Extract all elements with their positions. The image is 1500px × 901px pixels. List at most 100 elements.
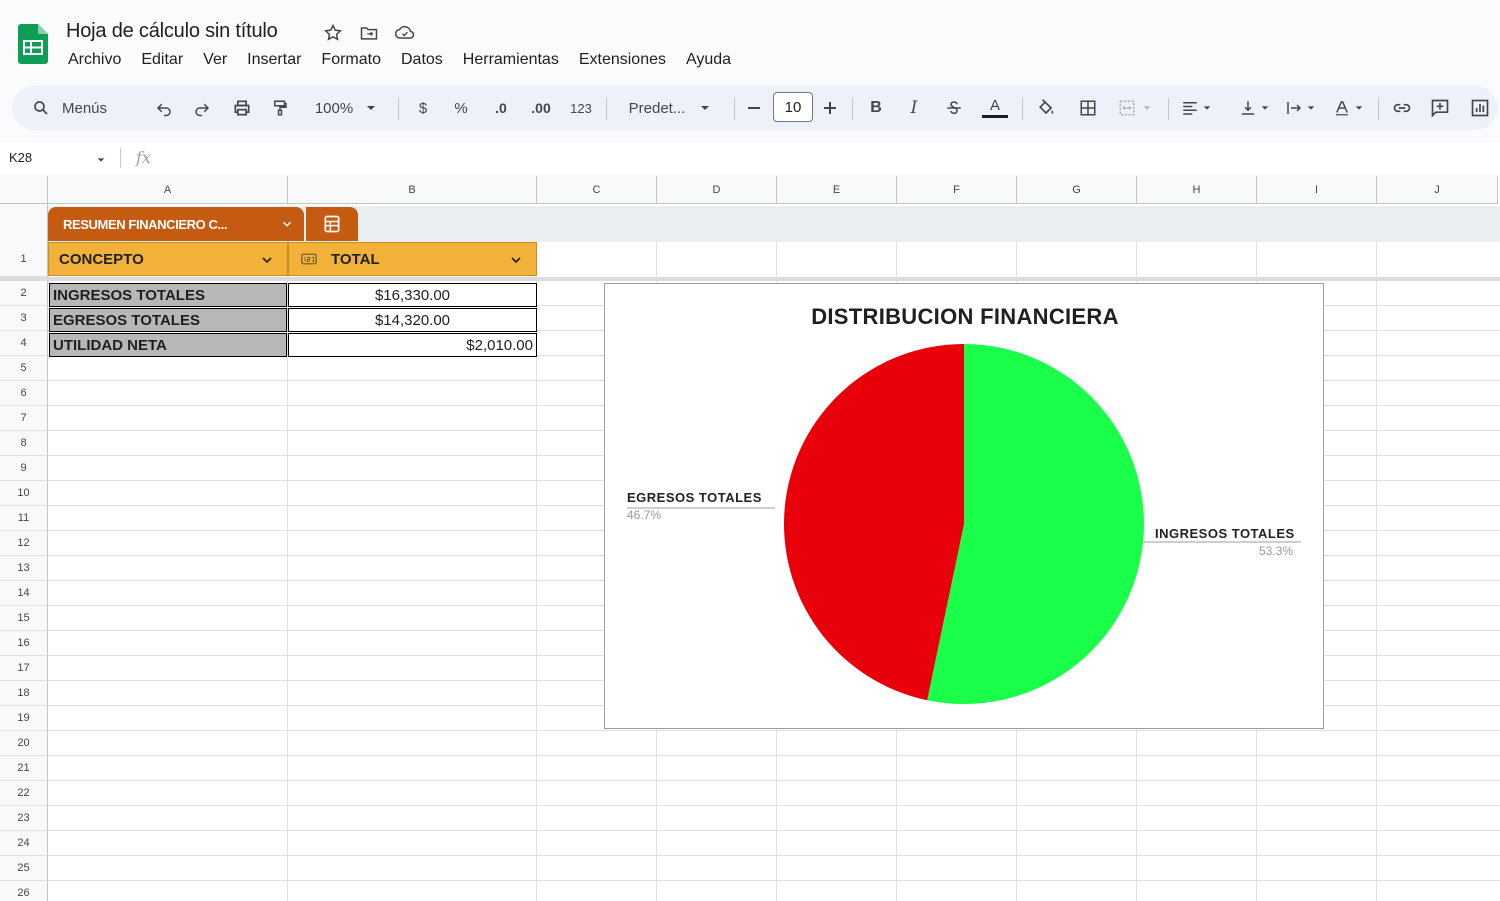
table-menu-button[interactable] (306, 207, 358, 241)
row-header-3[interactable]: 3 (0, 306, 48, 331)
menu-formato[interactable]: Formato (311, 50, 391, 70)
undo-button[interactable] (150, 86, 178, 130)
row-header-20[interactable]: 20 (0, 731, 48, 756)
row-header-5[interactable]: 5 (0, 356, 48, 381)
increase-font-size-button[interactable] (820, 86, 840, 130)
row-header-13[interactable]: 13 (0, 556, 48, 581)
table-icon (324, 215, 340, 233)
column-header-i[interactable]: I (1257, 176, 1377, 204)
row-header-12[interactable]: 12 (0, 531, 48, 556)
document-title[interactable]: Hoja de cálculo sin título (66, 20, 278, 43)
header-cell-concepto[interactable]: CONCEPTO (48, 242, 288, 276)
row-header-23[interactable]: 23 (0, 806, 48, 831)
column-header-b[interactable]: B (288, 176, 537, 204)
row-header-11[interactable]: 11 (0, 506, 48, 531)
cell-a3[interactable]: EGRESOS TOTALES (49, 308, 287, 332)
row-header-19[interactable]: 19 (0, 706, 48, 731)
row-header-14[interactable]: 14 (0, 581, 48, 606)
cell-b2[interactable]: $16,330.00 (288, 283, 537, 307)
column-header-d[interactable]: D (657, 176, 777, 204)
borders-button[interactable] (1074, 86, 1102, 130)
fill-color-button[interactable] (1032, 86, 1060, 130)
bold-button[interactable]: B (864, 86, 888, 130)
row-header-4[interactable]: 4 (0, 331, 48, 356)
row-header-17[interactable]: 17 (0, 656, 48, 681)
row-header-1[interactable]: 1 (0, 242, 48, 277)
insert-comment-button[interactable] (1426, 86, 1454, 130)
menu-herramientas[interactable]: Herramientas (453, 50, 569, 70)
row-header-2[interactable]: 2 (0, 281, 48, 306)
move-folder-icon[interactable] (358, 22, 380, 44)
row-header-10[interactable]: 10 (0, 481, 48, 506)
cell-a4[interactable]: UTILIDAD NETA (49, 333, 287, 357)
chevron-down-icon[interactable] (259, 252, 275, 268)
row-header-21[interactable]: 21 (0, 756, 48, 781)
decrease-font-size-button[interactable] (744, 86, 764, 130)
column-header-f[interactable]: F (897, 176, 1017, 204)
column-header-j[interactable]: J (1377, 176, 1498, 204)
column-header-g[interactable]: G (1017, 176, 1137, 204)
italic-button[interactable]: I (902, 86, 926, 130)
merge-cells-button[interactable] (1112, 86, 1158, 130)
menu-ayuda[interactable]: Ayuda (676, 50, 741, 70)
text-rotation-button[interactable] (1328, 86, 1368, 130)
percent-format-button[interactable]: % (450, 86, 472, 130)
row-header-6[interactable]: 6 (0, 381, 48, 406)
menu-extensiones[interactable]: Extensiones (569, 50, 676, 70)
font-family-select[interactable]: Predet... (620, 86, 720, 130)
strikethrough-button[interactable] (942, 86, 966, 130)
font-size-input[interactable]: 10 (773, 92, 813, 122)
cloud-status-icon[interactable] (394, 22, 416, 44)
currency-format-button[interactable]: $ (412, 86, 434, 130)
column-header-c[interactable]: C (537, 176, 657, 204)
slice-percent-ingresos: 53.3% (1259, 544, 1294, 558)
horizontal-align-button[interactable] (1176, 86, 1216, 130)
search-menus-button[interactable]: Menús (32, 86, 124, 130)
vertical-align-button[interactable] (1234, 86, 1274, 130)
row-header-7[interactable]: 7 (0, 406, 48, 431)
row-header-26[interactable]: 26 (0, 881, 48, 901)
menu-datos[interactable]: Datos (391, 50, 453, 70)
text-wrapping-button[interactable] (1280, 86, 1320, 130)
row-header-16[interactable]: 16 (0, 631, 48, 656)
column-header-a[interactable]: A (48, 176, 288, 204)
table-name-chip[interactable]: RESUMEN FINANCIERO C... (48, 207, 304, 241)
sheets-logo-icon[interactable] (18, 24, 48, 64)
pie-chart[interactable]: DISTRIBUCION FINANCIERA EGRESOS TOTALES … (604, 283, 1324, 729)
row-header-15[interactable]: 15 (0, 606, 48, 631)
row-header-22[interactable]: 22 (0, 781, 48, 806)
star-icon[interactable] (322, 22, 344, 44)
zoom-select[interactable]: 100% (308, 86, 384, 130)
column-header-e[interactable]: E (777, 176, 897, 204)
header-cell-total[interactable]: TOTAL (288, 242, 537, 276)
column-header-h[interactable]: H (1137, 176, 1257, 204)
frozen-row-divider[interactable] (0, 277, 1500, 281)
row-header-18[interactable]: 18 (0, 681, 48, 706)
print-button[interactable] (228, 86, 256, 130)
redo-button[interactable] (188, 86, 216, 130)
more-formats-button[interactable]: 123 (568, 86, 594, 130)
menu-editar[interactable]: Editar (131, 50, 193, 70)
cell-a2[interactable]: INGRESOS TOTALES (49, 283, 287, 307)
increase-decimal-button[interactable]: .00 (526, 86, 556, 130)
menu-archivo[interactable]: Archivo (58, 50, 131, 70)
paint-format-button[interactable] (266, 86, 294, 130)
text-color-button[interactable]: A (980, 86, 1010, 130)
insert-link-button[interactable] (1388, 86, 1416, 130)
select-all-corner[interactable] (0, 176, 48, 204)
name-box[interactable]: K28 (9, 150, 32, 165)
row-header-9[interactable]: 9 (0, 456, 48, 481)
row-header-25[interactable]: 25 (0, 856, 48, 881)
cell-b3[interactable]: $14,320.00 (288, 308, 537, 332)
menu-ver[interactable]: Ver (193, 50, 237, 70)
insert-chart-button[interactable] (1466, 86, 1494, 130)
chevron-down-icon[interactable] (508, 252, 524, 268)
decrease-decimal-button[interactable]: .0 (488, 86, 514, 130)
chevron-down-icon[interactable] (96, 155, 106, 165)
row-header-24[interactable]: 24 (0, 831, 48, 856)
pie-slice-egresos[interactable] (784, 344, 964, 701)
cell-b4[interactable]: $2,010.00 (288, 333, 537, 357)
spreadsheet-grid[interactable]: 26 25 24 23 22 21 20 19 18 17 16 15 14 13 12 11 10 9 8 7 6 5 4… (0, 176, 1500, 901)
menu-insertar[interactable]: Insertar (237, 50, 311, 70)
row-header-8[interactable]: 8 (0, 431, 48, 456)
